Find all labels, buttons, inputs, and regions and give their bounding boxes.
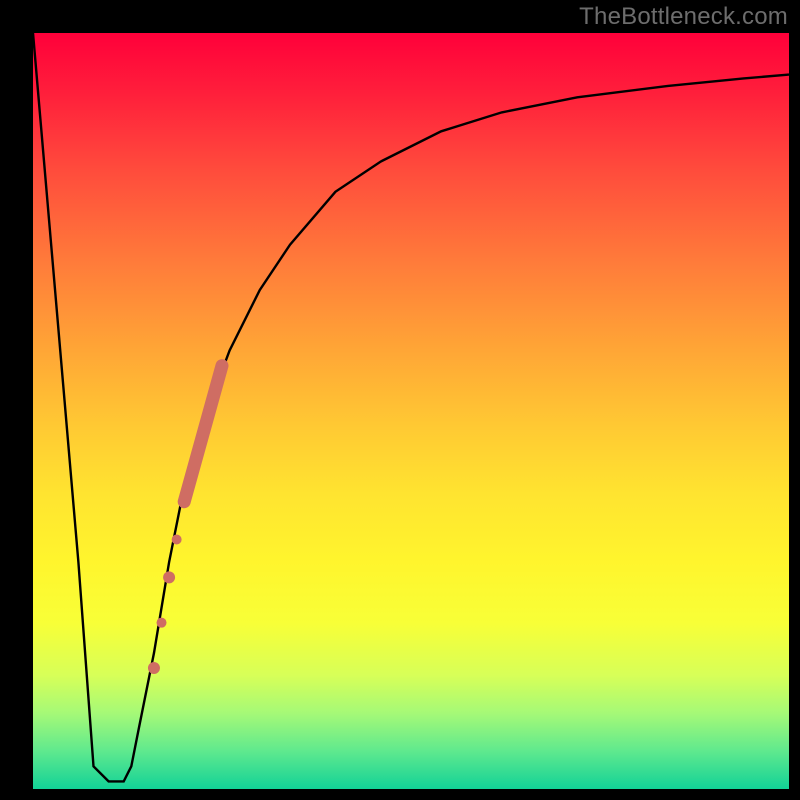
highlight-dot [172,535,182,545]
plot-area [33,33,789,789]
chart-frame: TheBottleneck.com [0,0,800,800]
curve-layer [33,33,789,789]
highlight-dot [157,618,167,628]
bottleneck-curve [33,33,789,781]
highlight-thick-segment [184,366,222,502]
highlight-dot [148,662,160,674]
highlight-dot [163,571,175,583]
watermark-text: TheBottleneck.com [579,3,788,31]
